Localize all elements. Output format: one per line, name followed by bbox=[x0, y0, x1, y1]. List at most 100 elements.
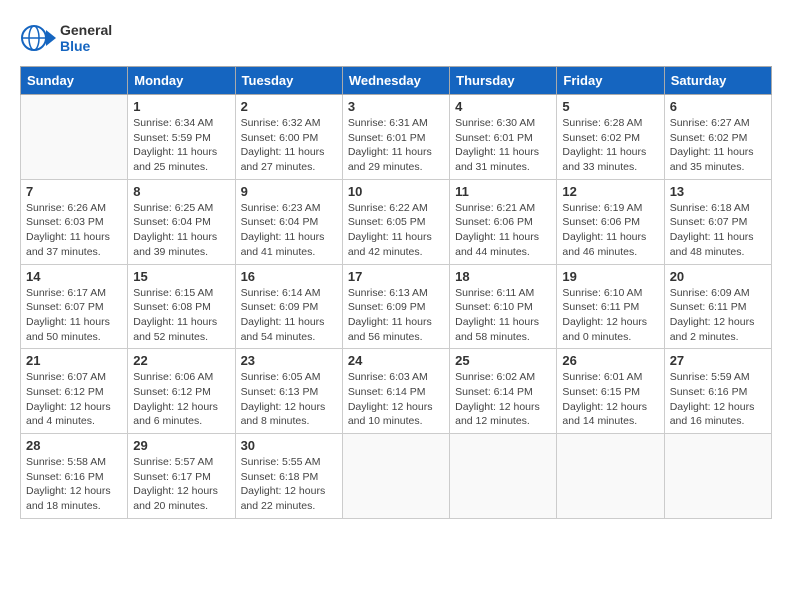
day-info: Sunrise: 6:07 AMSunset: 6:12 PMDaylight:… bbox=[26, 370, 122, 429]
day-number: 29 bbox=[133, 438, 229, 453]
logo: GeneralBlue bbox=[20, 20, 112, 56]
calendar-table: SundayMondayTuesdayWednesdayThursdayFrid… bbox=[20, 66, 772, 519]
header-row: SundayMondayTuesdayWednesdayThursdayFrid… bbox=[21, 67, 772, 95]
day-number: 20 bbox=[670, 269, 766, 284]
day-info: Sunrise: 6:01 AMSunset: 6:15 PMDaylight:… bbox=[562, 370, 658, 429]
calendar-cell: 11 Sunrise: 6:21 AMSunset: 6:06 PMDayligh… bbox=[450, 179, 557, 264]
day-number: 14 bbox=[26, 269, 122, 284]
calendar-cell: 8Sunrise: 6:25 AMSunset: 6:04 PMDaylight… bbox=[128, 179, 235, 264]
logo-text: GeneralBlue bbox=[60, 22, 112, 54]
week-row-1: 1 Sunrise: 6:34 AMSunset: 5:59 PMDaylight… bbox=[21, 95, 772, 180]
calendar-cell: 25 Sunrise: 6:02 AMSunset: 6:14 PMDayligh… bbox=[450, 349, 557, 434]
day-info: Sunrise: 5:59 AMSunset: 6:16 PMDaylight:… bbox=[670, 370, 766, 429]
day-info: Sunrise: 5:58 AMSunset: 6:16 PMDaylight:… bbox=[26, 455, 122, 514]
calendar-cell: 3Sunrise: 6:31 AMSunset: 6:01 PMDaylight… bbox=[342, 95, 449, 180]
calendar-cell: 1 Sunrise: 6:34 AMSunset: 5:59 PMDaylight… bbox=[128, 95, 235, 180]
column-header-tuesday: Tuesday bbox=[235, 67, 342, 95]
calendar-cell bbox=[342, 434, 449, 519]
day-info: Sunrise: 6:22 AMSunset: 6:05 PMDaylight:… bbox=[348, 201, 444, 260]
day-number: 12 bbox=[562, 184, 658, 199]
calendar-cell: 14 Sunrise: 6:17 AMSunset: 6:07 PMDayligh… bbox=[21, 264, 128, 349]
day-number: 5 bbox=[562, 99, 658, 114]
day-number: 22 bbox=[133, 353, 229, 368]
calendar-cell: 16 Sunrise: 6:14 AMSunset: 6:09 PMDayligh… bbox=[235, 264, 342, 349]
day-info: Sunrise: 6:10 AMSunset: 6:11 PMDaylight:… bbox=[562, 286, 658, 345]
column-header-saturday: Saturday bbox=[664, 67, 771, 95]
day-info: Sunrise: 6:28 AMSunset: 6:02 PMDaylight:… bbox=[562, 116, 658, 175]
calendar-cell: 19 Sunrise: 6:10 AMSunset: 6:11 PMDayligh… bbox=[557, 264, 664, 349]
day-info: Sunrise: 6:11 AMSunset: 6:10 PMDaylight:… bbox=[455, 286, 551, 345]
day-number: 10 bbox=[348, 184, 444, 199]
column-header-monday: Monday bbox=[128, 67, 235, 95]
week-row-4: 21 Sunrise: 6:07 AMSunset: 6:12 PMDayligh… bbox=[21, 349, 772, 434]
column-header-sunday: Sunday bbox=[21, 67, 128, 95]
logo-icon bbox=[20, 20, 56, 56]
day-info: Sunrise: 6:03 AMSunset: 6:14 PMDaylight:… bbox=[348, 370, 444, 429]
week-row-5: 28 Sunrise: 5:58 AMSunset: 6:16 PMDayligh… bbox=[21, 434, 772, 519]
day-number: 16 bbox=[241, 269, 337, 284]
day-info: Sunrise: 6:32 AMSunset: 6:00 PMDaylight:… bbox=[241, 116, 337, 175]
calendar-cell bbox=[664, 434, 771, 519]
page-header: GeneralBlue bbox=[20, 20, 772, 56]
calendar-cell bbox=[21, 95, 128, 180]
day-number: 6 bbox=[670, 99, 766, 114]
calendar-cell bbox=[557, 434, 664, 519]
calendar-cell: 27 Sunrise: 5:59 AMSunset: 6:16 PMDayligh… bbox=[664, 349, 771, 434]
day-info: Sunrise: 6:15 AMSunset: 6:08 PMDaylight:… bbox=[133, 286, 229, 345]
day-info: Sunrise: 6:27 AMSunset: 6:02 PMDaylight:… bbox=[670, 116, 766, 175]
day-number: 25 bbox=[455, 353, 551, 368]
day-number: 28 bbox=[26, 438, 122, 453]
calendar-cell: 5 Sunrise: 6:28 AMSunset: 6:02 PMDaylight… bbox=[557, 95, 664, 180]
day-number: 13 bbox=[670, 184, 766, 199]
day-number: 27 bbox=[670, 353, 766, 368]
day-number: 21 bbox=[26, 353, 122, 368]
calendar-cell: 30 Sunrise: 5:55 AMSunset: 6:18 PMDayligh… bbox=[235, 434, 342, 519]
calendar-cell: 15 Sunrise: 6:15 AMSunset: 6:08 PMDayligh… bbox=[128, 264, 235, 349]
day-info: Sunrise: 5:55 AMSunset: 6:18 PMDaylight:… bbox=[241, 455, 337, 514]
calendar-cell bbox=[450, 434, 557, 519]
day-info: Sunrise: 5:57 AMSunset: 6:17 PMDaylight:… bbox=[133, 455, 229, 514]
calendar-cell: 28 Sunrise: 5:58 AMSunset: 6:16 PMDayligh… bbox=[21, 434, 128, 519]
day-number: 15 bbox=[133, 269, 229, 284]
day-number: 4 bbox=[455, 99, 551, 114]
day-number: 8 bbox=[133, 184, 229, 199]
day-info: Sunrise: 6:17 AMSunset: 6:07 PMDaylight:… bbox=[26, 286, 122, 345]
day-info: Sunrise: 6:31 AMSunset: 6:01 PMDaylight:… bbox=[348, 116, 444, 175]
calendar-cell: 26 Sunrise: 6:01 AMSunset: 6:15 PMDayligh… bbox=[557, 349, 664, 434]
column-header-thursday: Thursday bbox=[450, 67, 557, 95]
calendar-cell: 10 Sunrise: 6:22 AMSunset: 6:05 PMDayligh… bbox=[342, 179, 449, 264]
day-number: 19 bbox=[562, 269, 658, 284]
day-info: Sunrise: 6:30 AMSunset: 6:01 PMDaylight:… bbox=[455, 116, 551, 175]
day-number: 24 bbox=[348, 353, 444, 368]
column-header-friday: Friday bbox=[557, 67, 664, 95]
calendar-cell: 7 Sunrise: 6:26 AMSunset: 6:03 PMDaylight… bbox=[21, 179, 128, 264]
day-info: Sunrise: 6:02 AMSunset: 6:14 PMDaylight:… bbox=[455, 370, 551, 429]
day-info: Sunrise: 6:06 AMSunset: 6:12 PMDaylight:… bbox=[133, 370, 229, 429]
week-row-2: 7 Sunrise: 6:26 AMSunset: 6:03 PMDaylight… bbox=[21, 179, 772, 264]
day-number: 1 bbox=[133, 99, 229, 114]
calendar-cell: 20 Sunrise: 6:09 AMSunset: 6:11 PMDayligh… bbox=[664, 264, 771, 349]
day-number: 7 bbox=[26, 184, 122, 199]
day-info: Sunrise: 6:23 AMSunset: 6:04 PMDaylight:… bbox=[241, 201, 337, 260]
day-number: 17 bbox=[348, 269, 444, 284]
calendar-cell: 17Sunrise: 6:13 AMSunset: 6:09 PMDayligh… bbox=[342, 264, 449, 349]
day-info: Sunrise: 6:09 AMSunset: 6:11 PMDaylight:… bbox=[670, 286, 766, 345]
calendar-cell: 29 Sunrise: 5:57 AMSunset: 6:17 PMDayligh… bbox=[128, 434, 235, 519]
day-info: Sunrise: 6:05 AMSunset: 6:13 PMDaylight:… bbox=[241, 370, 337, 429]
day-number: 26 bbox=[562, 353, 658, 368]
column-header-wednesday: Wednesday bbox=[342, 67, 449, 95]
day-number: 11 bbox=[455, 184, 551, 199]
day-info: Sunrise: 6:26 AMSunset: 6:03 PMDaylight:… bbox=[26, 201, 122, 260]
day-info: Sunrise: 6:18 AMSunset: 6:07 PMDaylight:… bbox=[670, 201, 766, 260]
day-info: Sunrise: 6:21 AMSunset: 6:06 PMDaylight:… bbox=[455, 201, 551, 260]
day-number: 18 bbox=[455, 269, 551, 284]
calendar-cell: 22 Sunrise: 6:06 AMSunset: 6:12 PMDayligh… bbox=[128, 349, 235, 434]
calendar-cell: 6 Sunrise: 6:27 AMSunset: 6:02 PMDaylight… bbox=[664, 95, 771, 180]
day-info: Sunrise: 6:34 AMSunset: 5:59 PMDaylight:… bbox=[133, 116, 229, 175]
calendar-cell: 21 Sunrise: 6:07 AMSunset: 6:12 PMDayligh… bbox=[21, 349, 128, 434]
day-info: Sunrise: 6:14 AMSunset: 6:09 PMDaylight:… bbox=[241, 286, 337, 345]
day-number: 30 bbox=[241, 438, 337, 453]
calendar-cell: 9 Sunrise: 6:23 AMSunset: 6:04 PMDaylight… bbox=[235, 179, 342, 264]
day-number: 9 bbox=[241, 184, 337, 199]
day-info: Sunrise: 6:19 AMSunset: 6:06 PMDaylight:… bbox=[562, 201, 658, 260]
